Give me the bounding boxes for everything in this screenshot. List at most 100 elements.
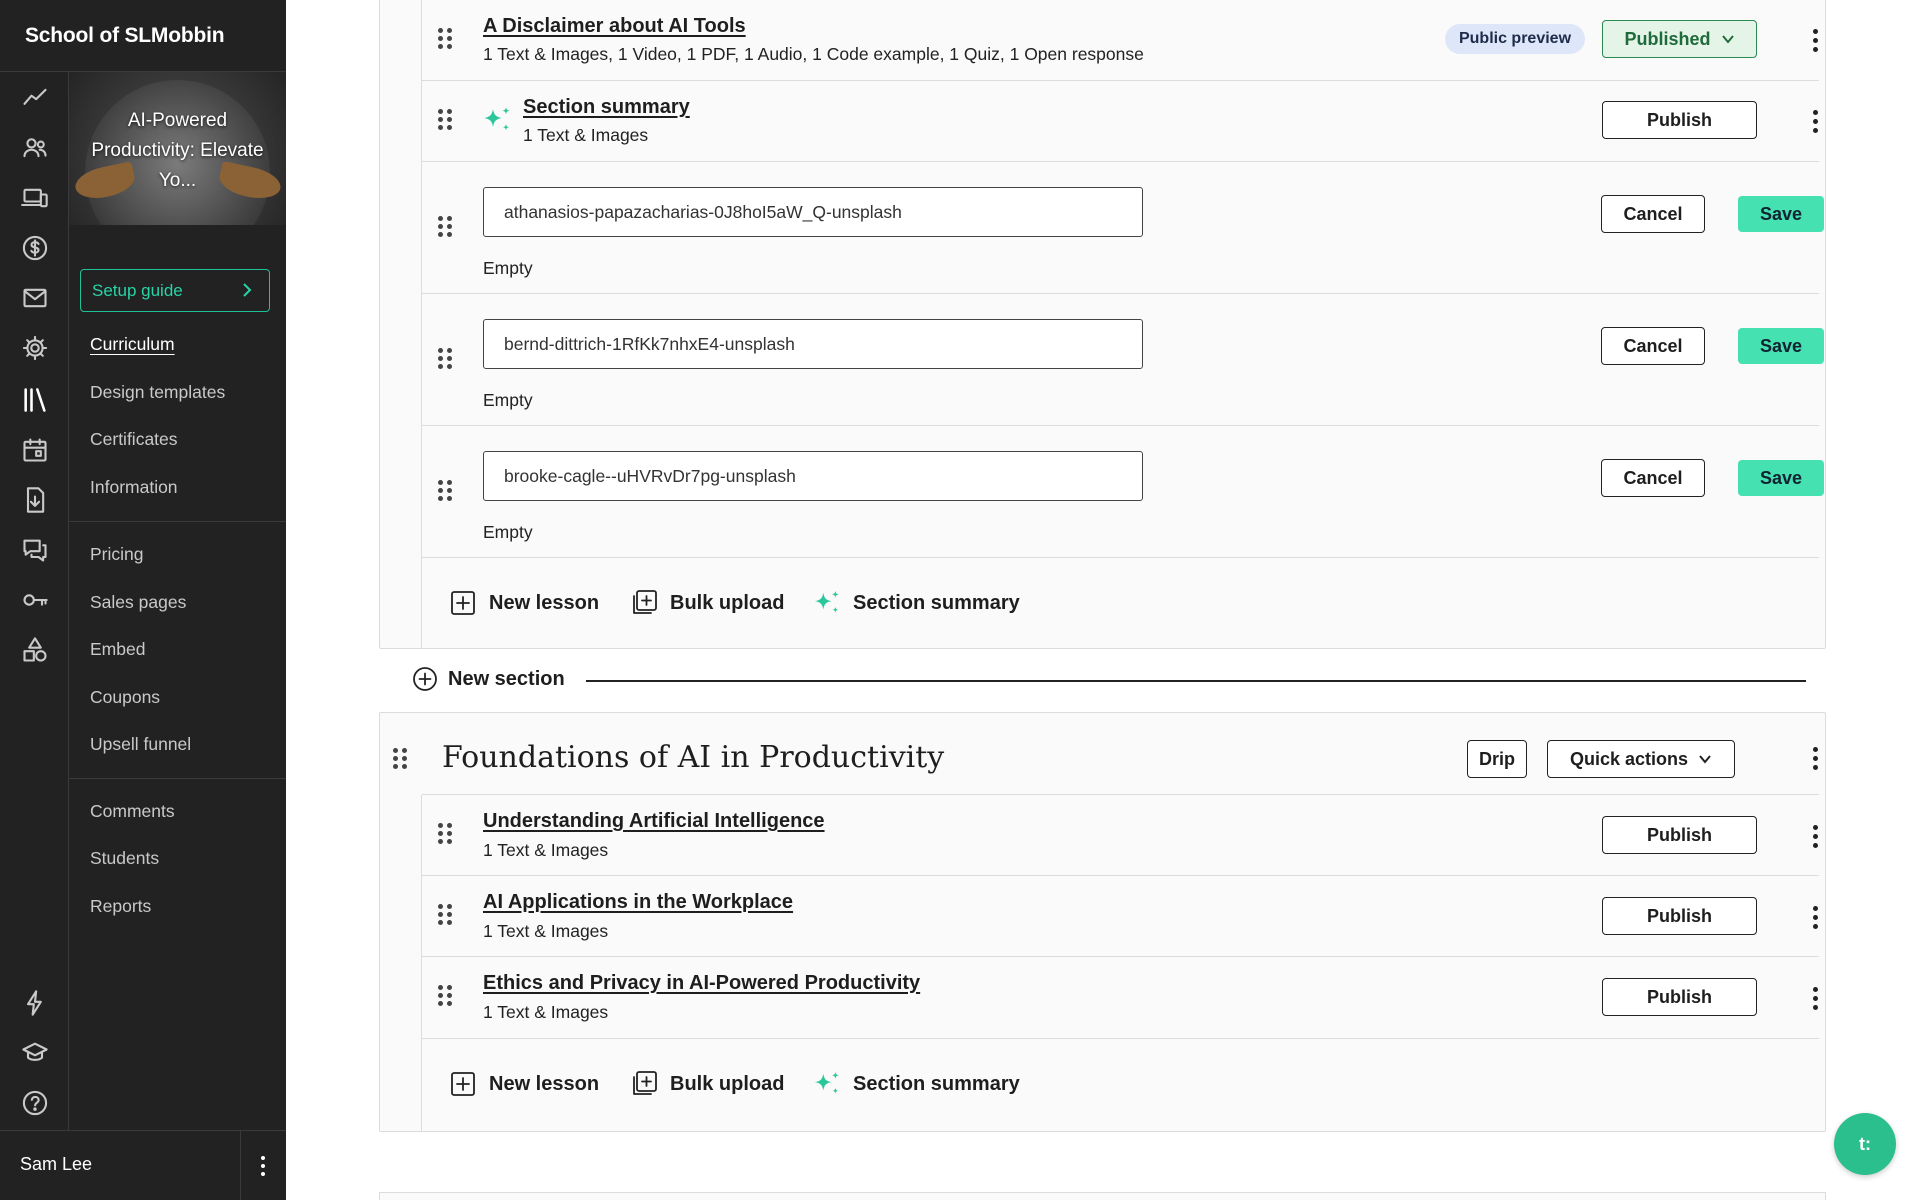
drag-handle-icon[interactable] bbox=[438, 480, 452, 502]
nav-coupons[interactable]: Coupons bbox=[90, 687, 160, 708]
published-status-dropdown[interactable]: Published bbox=[1602, 20, 1757, 58]
lesson-title-input[interactable]: bernd-dittrich-1RfKk7nhxE4-unsplash bbox=[483, 319, 1143, 369]
lesson-title-link[interactable]: Ethics and Privacy in AI-Powered Product… bbox=[483, 972, 920, 995]
edit-lesson-row: bernd-dittrich-1RfKk7nhxE4-unsplash Empt… bbox=[422, 294, 1824, 426]
graduation-cap-icon[interactable] bbox=[17, 1035, 53, 1071]
user-bar-divider bbox=[240, 1131, 241, 1200]
drag-handle-icon[interactable] bbox=[438, 823, 452, 845]
lesson-row: Ethics and Privacy in AI-Powered Product… bbox=[422, 957, 1819, 1039]
new-lesson-label: New lesson bbox=[489, 1072, 600, 1095]
dollar-icon[interactable] bbox=[17, 230, 53, 266]
nav-reports[interactable]: Reports bbox=[90, 896, 151, 917]
published-status-label: Published bbox=[1624, 28, 1711, 49]
more-options-kebab-icon[interactable] bbox=[1810, 986, 1820, 1010]
school-name[interactable]: School of SLMobbin bbox=[25, 24, 225, 48]
lesson-content-summary: 1 Text & Images bbox=[483, 840, 609, 860]
shapes-icon[interactable] bbox=[17, 632, 53, 668]
nav-embed[interactable]: Embed bbox=[90, 639, 145, 660]
library-icon[interactable] bbox=[17, 382, 53, 418]
mail-icon[interactable] bbox=[17, 280, 53, 316]
lesson-title-link[interactable]: A Disclaimer about AI Tools bbox=[483, 15, 746, 38]
empty-content-label: Empty bbox=[483, 390, 533, 410]
publish-button[interactable]: Publish bbox=[1602, 816, 1757, 854]
lesson-row: Understanding Artificial Intelligence 1 … bbox=[422, 795, 1819, 876]
section-summary-label: Section summary bbox=[853, 591, 1020, 614]
nav-certificates[interactable]: Certificates bbox=[90, 429, 178, 450]
lesson-title-link[interactable]: Section summary bbox=[523, 96, 690, 119]
chat-launcher-button[interactable]: t: bbox=[1834, 1113, 1896, 1175]
cancel-button[interactable]: Cancel bbox=[1601, 327, 1705, 365]
sidebar: School of SLMobbin AI-Powered Productivi… bbox=[0, 0, 286, 1200]
cancel-button[interactable]: Cancel bbox=[1601, 195, 1705, 233]
calendar-icon[interactable] bbox=[17, 432, 53, 468]
section-summary-button[interactable]: Section summary bbox=[813, 589, 1020, 617]
user-name[interactable]: Sam Lee bbox=[20, 1154, 92, 1175]
bulk-upload-label: Bulk upload bbox=[670, 1072, 785, 1095]
more-options-kebab-icon[interactable] bbox=[1810, 905, 1820, 929]
add-square-icon bbox=[451, 591, 475, 615]
section-drag-handle-icon[interactable] bbox=[393, 748, 407, 770]
help-icon[interactable] bbox=[17, 1085, 53, 1121]
users-icon[interactable] bbox=[17, 130, 53, 166]
nav-divider bbox=[69, 521, 286, 522]
bulk-upload-button[interactable]: Bulk upload bbox=[630, 1070, 784, 1098]
cancel-button[interactable]: Cancel bbox=[1601, 459, 1705, 497]
lesson-title-link[interactable]: AI Applications in the Workplace bbox=[483, 891, 793, 914]
lesson-title-input[interactable]: brooke-cagle--uHVRvDr7pg-unsplash bbox=[483, 451, 1143, 501]
lightning-icon[interactable] bbox=[17, 985, 53, 1021]
drag-handle-icon[interactable] bbox=[438, 28, 452, 50]
section-title[interactable]: Foundations of AI in Productivity bbox=[442, 740, 944, 775]
quick-actions-label: Quick actions bbox=[1569, 748, 1689, 769]
nav-information[interactable]: Information bbox=[90, 477, 178, 498]
section-summary-label: Section summary bbox=[853, 1072, 1020, 1095]
new-lesson-button[interactable]: New lesson bbox=[449, 1070, 599, 1098]
lesson-content-summary: 1 Text & Images bbox=[483, 921, 609, 941]
nav-students[interactable]: Students bbox=[90, 848, 159, 869]
drag-handle-icon[interactable] bbox=[438, 348, 452, 370]
bulk-upload-button[interactable]: Bulk upload bbox=[630, 589, 784, 617]
section-more-options-kebab-icon[interactable] bbox=[1810, 746, 1820, 770]
new-section-button[interactable]: New section bbox=[412, 666, 565, 692]
publish-button[interactable]: Publish bbox=[1602, 101, 1757, 139]
gear-icon[interactable] bbox=[17, 330, 53, 366]
chat-icon[interactable] bbox=[17, 532, 53, 568]
nav-comments[interactable]: Comments bbox=[90, 801, 175, 822]
lesson-content-summary: 1 Text & Images bbox=[523, 125, 649, 145]
drag-handle-icon[interactable] bbox=[438, 985, 452, 1007]
drip-button[interactable]: Drip bbox=[1467, 740, 1527, 778]
empty-content-label: Empty bbox=[483, 522, 533, 542]
sparkle-icon bbox=[482, 105, 512, 135]
save-button[interactable]: Save bbox=[1738, 460, 1824, 496]
setup-guide-button[interactable]: Setup guide bbox=[80, 269, 270, 312]
nav-divider bbox=[69, 778, 286, 779]
public-preview-badge: Public preview bbox=[1445, 24, 1585, 54]
nav-sales-pages[interactable]: Sales pages bbox=[90, 592, 186, 613]
devices-icon[interactable] bbox=[17, 180, 53, 216]
nav-pricing[interactable]: Pricing bbox=[90, 544, 144, 565]
more-options-kebab-icon[interactable] bbox=[1810, 109, 1820, 133]
publish-button[interactable]: Publish bbox=[1602, 978, 1757, 1016]
more-options-kebab-icon[interactable] bbox=[1810, 28, 1820, 52]
more-options-kebab-icon[interactable] bbox=[1810, 824, 1820, 848]
lesson-title-input[interactable]: athanasios-papazacharias-0J8hoI5aW_Q-uns… bbox=[483, 187, 1143, 237]
nav-design-templates[interactable]: Design templates bbox=[90, 382, 225, 403]
nav-upsell-funnel[interactable]: Upsell funnel bbox=[90, 734, 191, 755]
lesson-title-link[interactable]: Understanding Artificial Intelligence bbox=[483, 810, 825, 833]
quick-actions-dropdown[interactable]: Quick actions bbox=[1547, 740, 1735, 778]
drag-handle-icon[interactable] bbox=[438, 904, 452, 926]
course-thumbnail[interactable]: AI-Powered Productivity: Elevate Yo... bbox=[69, 72, 286, 225]
lesson-row: Section summary 1 Text & Images Publish bbox=[422, 81, 1819, 162]
key-icon[interactable] bbox=[17, 582, 53, 618]
save-button[interactable]: Save bbox=[1738, 196, 1824, 232]
new-lesson-button[interactable]: New lesson bbox=[449, 589, 599, 617]
drag-handle-icon[interactable] bbox=[438, 109, 452, 131]
user-menu-kebab-icon[interactable] bbox=[252, 1151, 274, 1181]
section-summary-button[interactable]: Section summary bbox=[813, 1070, 1020, 1098]
nav-curriculum[interactable]: Curriculum bbox=[90, 334, 175, 355]
chevron-down-icon bbox=[1721, 35, 1734, 44]
download-icon[interactable] bbox=[17, 482, 53, 518]
analytics-icon[interactable] bbox=[17, 80, 53, 116]
publish-button[interactable]: Publish bbox=[1602, 897, 1757, 935]
drag-handle-icon[interactable] bbox=[438, 216, 452, 238]
save-button[interactable]: Save bbox=[1738, 328, 1824, 364]
